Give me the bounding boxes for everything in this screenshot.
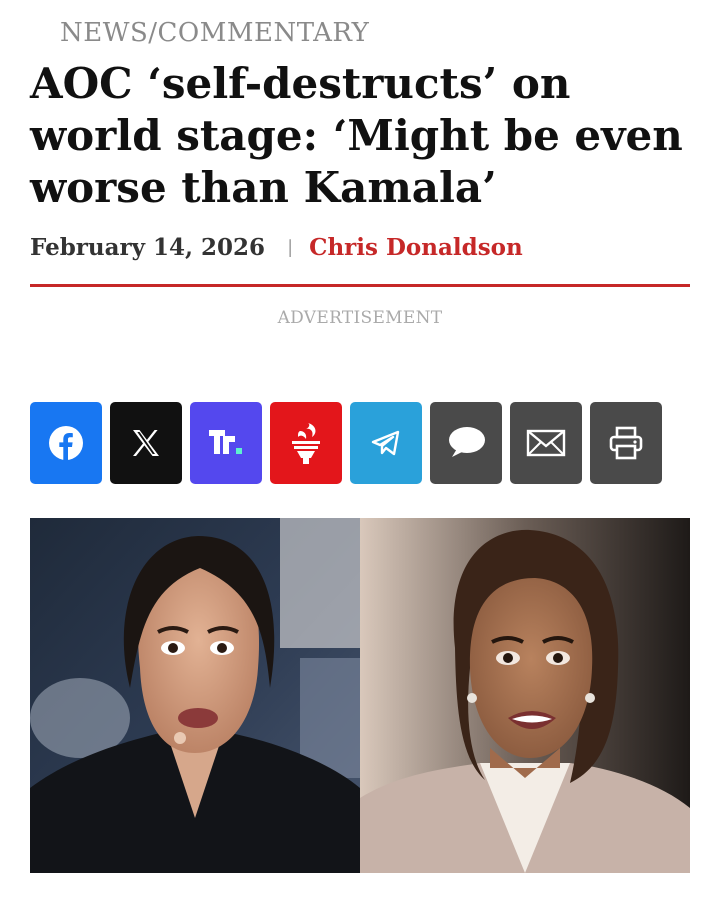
article-category[interactable]: NEWS/COMMENTARY <box>60 18 369 48</box>
advertisement-label: ADVERTISEMENT <box>277 308 443 328</box>
share-truth-social-button[interactable] <box>190 402 262 484</box>
share-x-button[interactable] <box>110 402 182 484</box>
share-print-button[interactable] <box>590 402 662 484</box>
gettr-icon <box>292 423 320 464</box>
publish-date: February 14, 2026 <box>30 233 266 261</box>
article-hero-image <box>30 518 690 873</box>
x-icon <box>133 430 159 456</box>
envelope-icon <box>526 429 566 457</box>
share-bar <box>30 402 662 484</box>
meta-separator: | <box>287 236 294 258</box>
portrait-right-image <box>360 518 690 873</box>
photo-left-aoc <box>30 518 360 873</box>
article-headline: AOC ‘self-destructs’ on world stage: ‘Mi… <box>30 59 683 212</box>
telegram-icon <box>371 430 400 456</box>
share-facebook-button[interactable] <box>30 402 102 484</box>
share-gettr-button[interactable] <box>270 402 342 484</box>
share-sms-button[interactable] <box>430 402 502 484</box>
photo-right-harris <box>360 518 690 873</box>
facebook-icon <box>49 426 83 460</box>
share-email-button[interactable] <box>510 402 582 484</box>
portrait-left-image <box>30 518 360 873</box>
author-link[interactable]: Chris Donaldson <box>309 234 523 261</box>
truth-social-icon <box>209 430 242 454</box>
speech-bubble-icon <box>449 427 485 457</box>
share-telegram-button[interactable] <box>350 402 422 484</box>
printer-icon <box>609 426 643 460</box>
article-meta: February 14, 2026 | Chris Donaldson <box>30 230 523 264</box>
header-divider <box>30 284 690 287</box>
